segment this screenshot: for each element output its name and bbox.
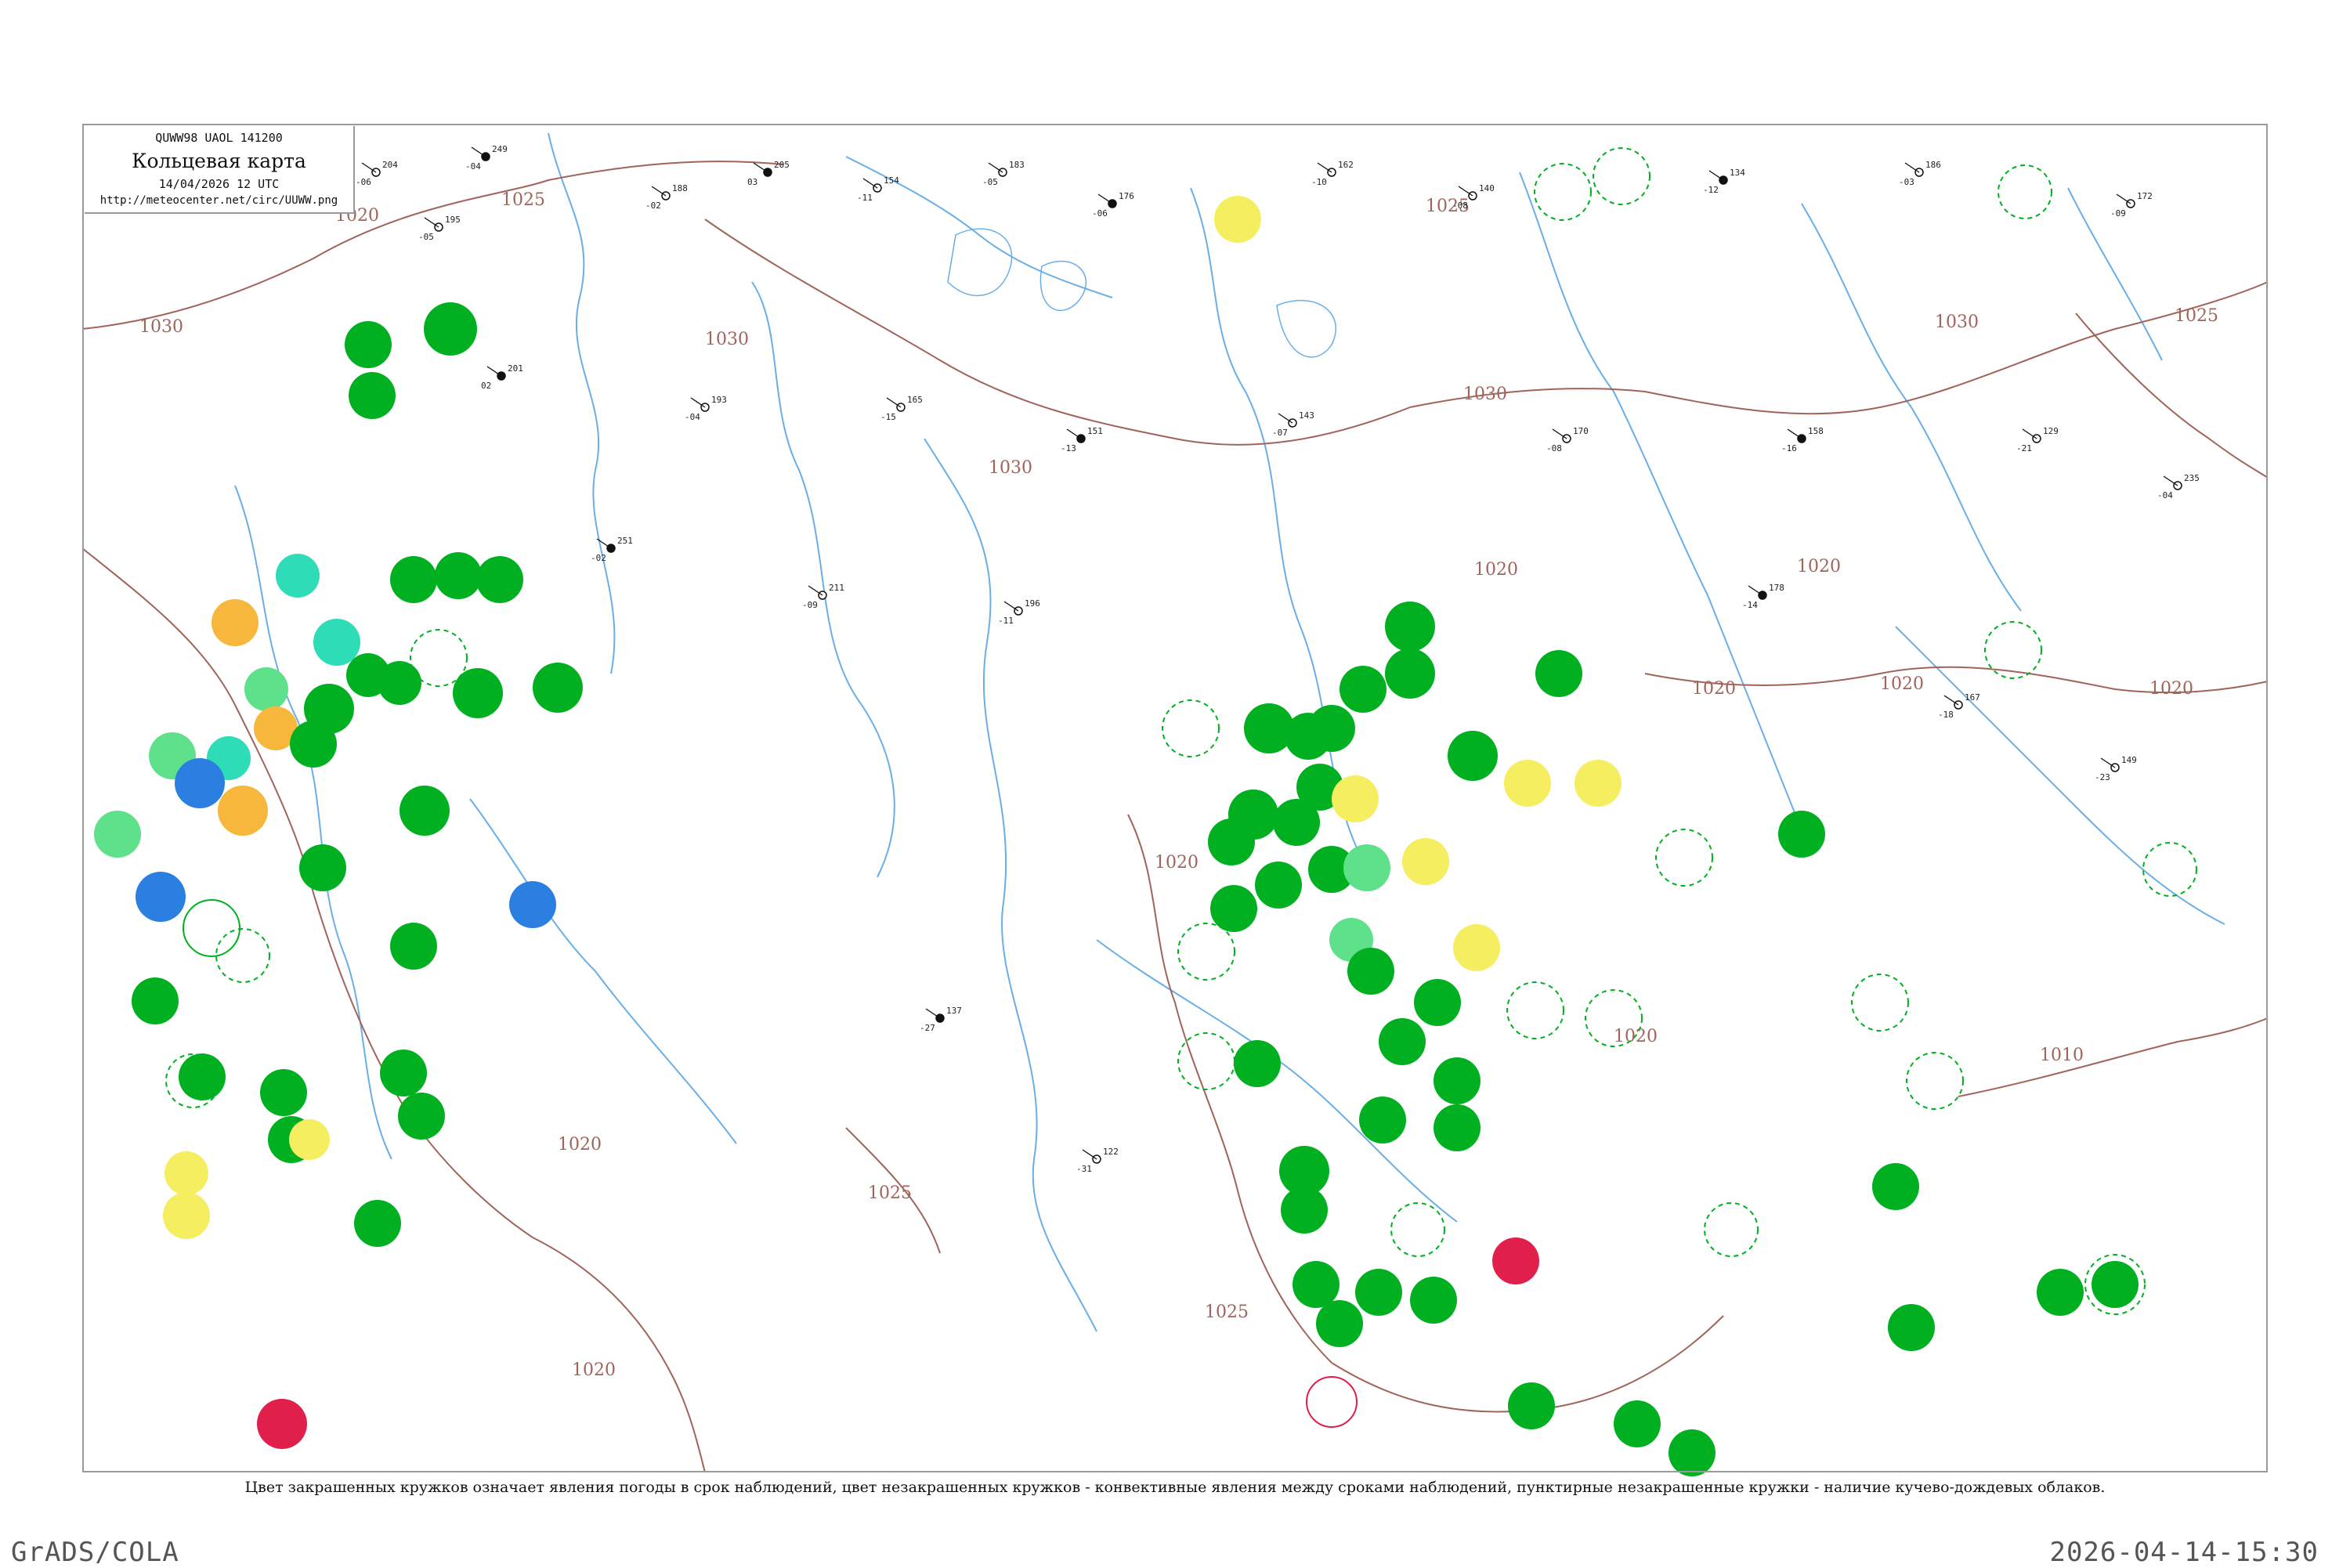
source-url[interactable]: http://meteocenter.net/circ/UUWW.png <box>85 194 353 207</box>
render-timestamp: 2026-04-14-15:30 <box>2049 1537 2319 1568</box>
bulletin-code: QUWW98 UAOL 141200 <box>155 131 283 145</box>
software-credit: GrADS/COLA <box>11 1537 179 1568</box>
map-title: Кольцевая карта <box>132 150 306 172</box>
map-caption: Цвет закрашенных кружков означает явлени… <box>244 1479 2106 1496</box>
map-legend: QUWW98 UAOL 141200 Кольцевая карта 14/04… <box>85 126 355 214</box>
map-frame <box>82 124 2268 1472</box>
map-date: 14/04/2026 12 UTC <box>158 177 280 191</box>
